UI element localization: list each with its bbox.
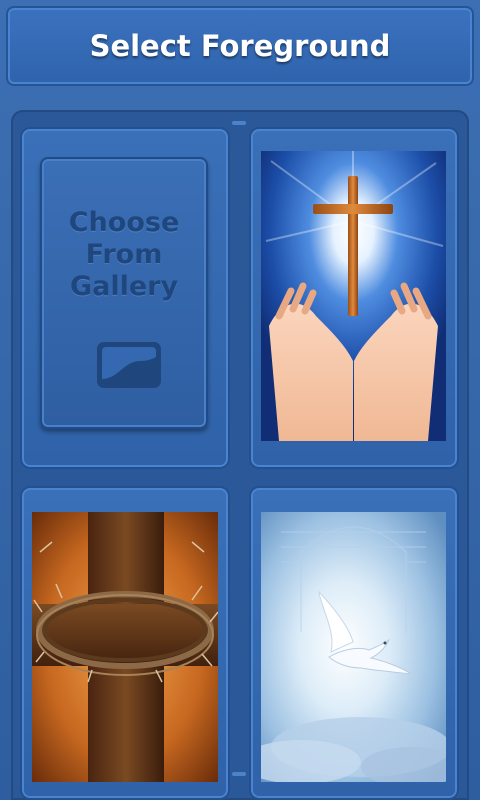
- gallery-label-line-2: From: [85, 239, 163, 270]
- page-title: Select Foreground: [89, 29, 391, 63]
- cross-hands-image: [261, 151, 446, 441]
- choose-from-gallery-button[interactable]: Choose From Gallery: [40, 157, 208, 429]
- dove-image: [261, 512, 446, 782]
- panel-notch-bottom: [232, 772, 246, 776]
- gallery-label-line-3: Gallery: [69, 271, 179, 302]
- gallery-label-line-1: Choose: [68, 207, 180, 238]
- picture-icon: [97, 342, 161, 388]
- title-bar: Select Foreground: [6, 6, 474, 86]
- foreground-thumb-cross-hands[interactable]: [261, 151, 446, 441]
- panel-notch-top: [232, 121, 246, 125]
- gallery-button-label: Choose From Gallery: [42, 207, 206, 303]
- cross-thorns-image: [32, 512, 218, 782]
- foreground-thumb-dove[interactable]: [261, 512, 446, 782]
- foreground-thumb-cross-thorns[interactable]: [32, 512, 218, 782]
